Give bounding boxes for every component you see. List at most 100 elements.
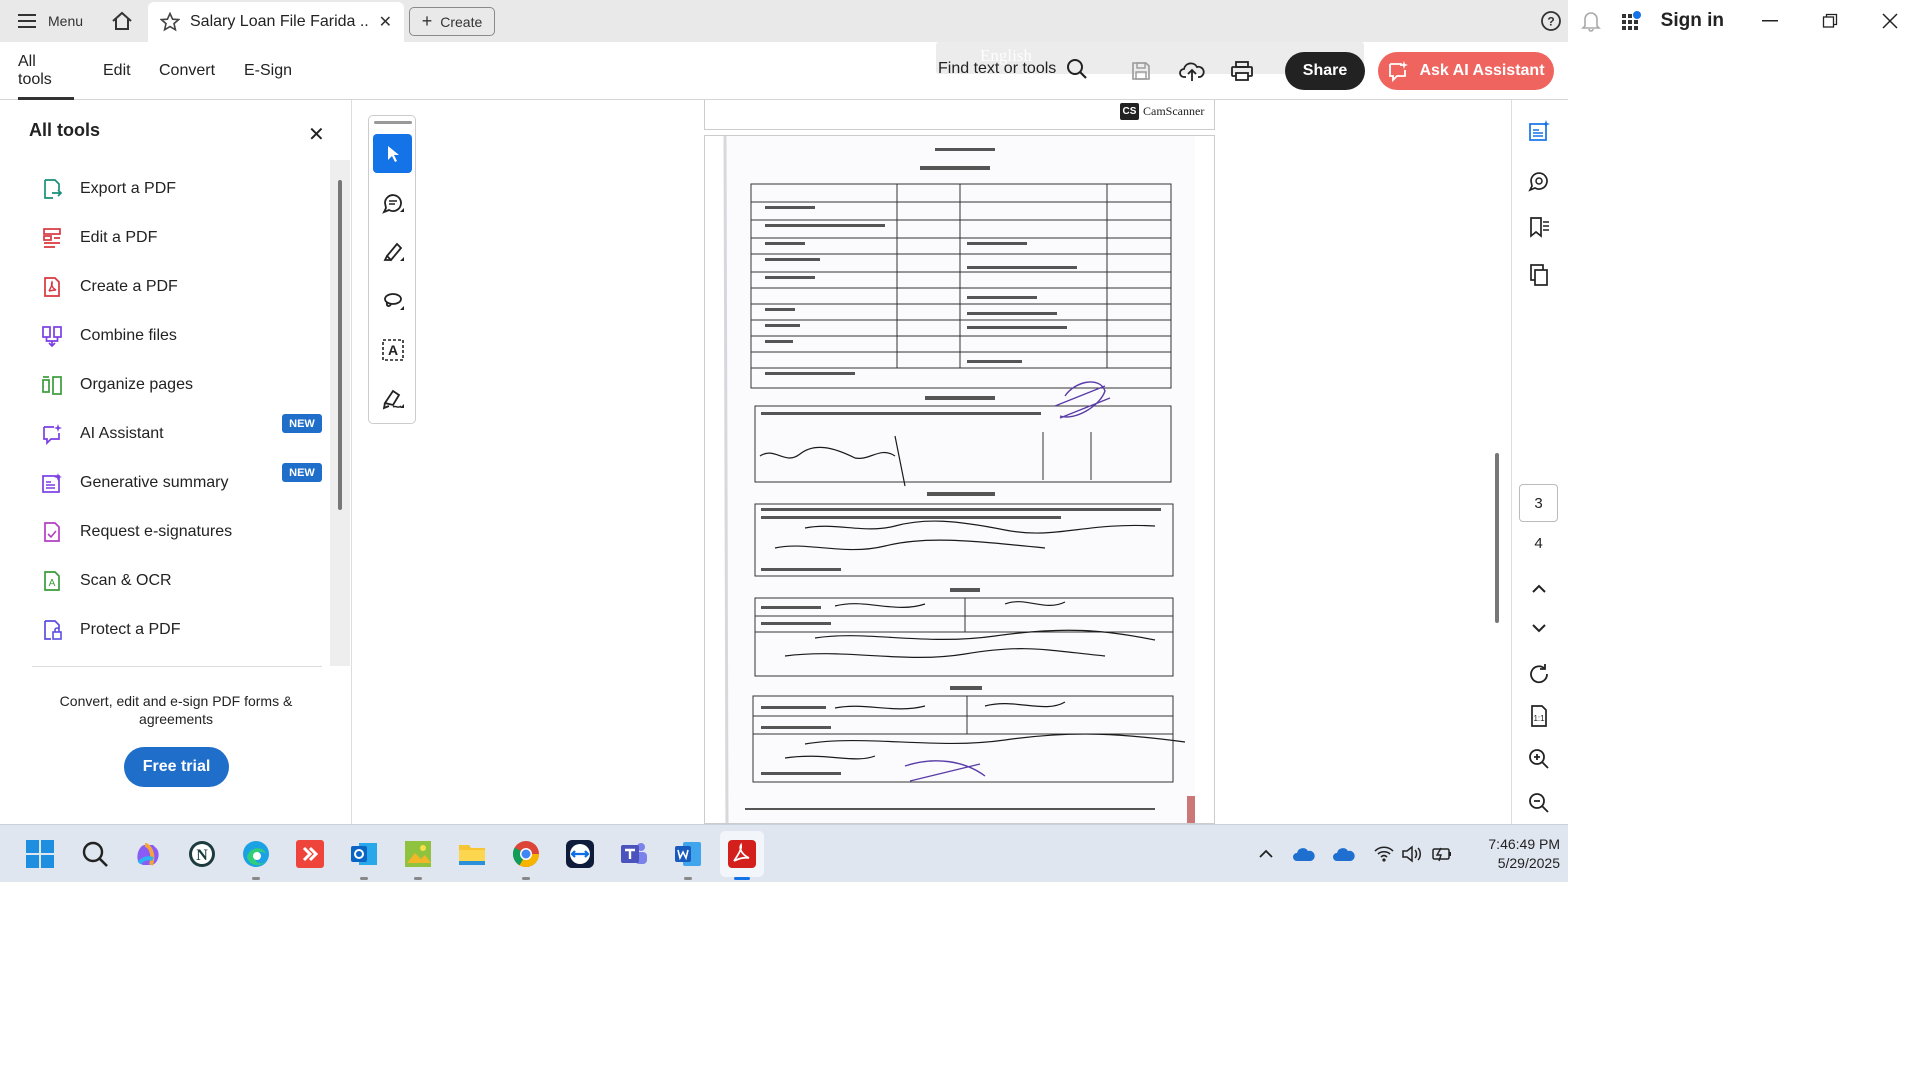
onedrive-cloud-icon[interactable] <box>1292 842 1316 866</box>
rotate-icon[interactable] <box>1524 659 1554 689</box>
tool-organize-pages[interactable]: Organize pages <box>40 370 325 400</box>
chevron-down-icon[interactable] <box>1524 613 1554 643</box>
tool-scan-ocr[interactable]: A Scan & OCR <box>40 566 325 596</box>
document-tab[interactable]: Salary Loan File Farida ... ✕ <box>148 2 404 42</box>
viewer-scrollbar-thumb[interactable] <box>1495 453 1499 623</box>
tool-protect-pdf[interactable]: Protect a PDF <box>40 615 325 645</box>
close-icon <box>1882 13 1898 29</box>
scanned-page-image <box>704 135 1215 824</box>
onedrive-cloud-icon[interactable] <box>1332 842 1356 866</box>
tool-create-pdf[interactable]: Create a PDF <box>40 272 325 302</box>
minimize-icon <box>1762 20 1778 22</box>
menu-button[interactable]: Menu <box>0 0 101 42</box>
apps-grid-icon[interactable] <box>1611 0 1651 42</box>
edge-browser-icon[interactable] <box>236 834 276 880</box>
tab-edit[interactable]: Edit <box>103 42 131 100</box>
volume-icon[interactable] <box>1400 842 1424 866</box>
share-button[interactable]: Share <box>1285 52 1365 90</box>
free-trial-button[interactable]: Free trial <box>124 747 229 787</box>
notion-like-app-icon[interactable]: N <box>182 834 222 874</box>
camscanner-label: CamScanner <box>1143 104 1205 118</box>
svg-text:?: ? <box>1547 15 1554 29</box>
file-explorer-icon[interactable] <box>452 834 492 874</box>
windows-taskbar: N 7:46:49 PM 5/29/2025 <box>0 824 1568 882</box>
clock-time: 7:46:49 PM <box>1488 836 1560 852</box>
close-tab-icon[interactable]: ✕ <box>379 12 392 32</box>
running-indicator <box>684 877 692 880</box>
running-indicator <box>252 877 260 880</box>
wifi-icon[interactable] <box>1372 842 1396 866</box>
current-page-indicator[interactable]: 3 <box>1519 484 1558 522</box>
restore-button[interactable] <box>1800 0 1860 42</box>
sign-in-button[interactable]: Sign in <box>1651 10 1740 32</box>
create-pdf-icon <box>40 275 64 299</box>
image-viewer-icon[interactable] <box>398 834 438 880</box>
text-tool-button[interactable]: A <box>373 330 412 369</box>
scan-ocr-icon: A <box>40 569 64 593</box>
zoom-in-icon[interactable] <box>1524 744 1554 774</box>
svg-text:1:1: 1:1 <box>1533 714 1545 723</box>
page-thumbnails-icon[interactable] <box>1524 260 1554 290</box>
word-icon[interactable] <box>668 834 708 880</box>
home-button[interactable] <box>101 0 143 42</box>
teams-icon[interactable] <box>614 834 654 874</box>
chrome-browser-icon[interactable] <box>506 834 546 880</box>
scanned-form-image <box>723 136 1195 823</box>
print-icon[interactable] <box>1227 56 1257 86</box>
tool-label: Request e-signatures <box>80 523 233 540</box>
zoom-out-icon[interactable] <box>1524 788 1554 818</box>
anydesk-icon[interactable] <box>290 834 330 874</box>
help-icon[interactable]: ? <box>1531 0 1571 42</box>
panel-scrollbar-thumb[interactable] <box>338 180 342 510</box>
ask-ai-label: Ask AI Assistant <box>1419 62 1545 79</box>
tool-combine-files[interactable]: Combine files <box>40 321 325 351</box>
summary-panel-icon[interactable] <box>1524 116 1554 146</box>
next-page-number[interactable]: 4 <box>1519 535 1558 552</box>
system-clock[interactable]: 7:46:49 PM 5/29/2025 <box>1462 835 1560 873</box>
tool-edit-pdf[interactable]: Edit a PDF <box>40 223 325 253</box>
cloud-upload-icon[interactable] <box>1177 56 1207 86</box>
save-icon[interactable] <box>1126 56 1156 86</box>
ai-assistant-icon <box>40 422 64 446</box>
select-tool-button[interactable] <box>373 134 412 173</box>
close-window-button[interactable] <box>1860 0 1920 42</box>
find-tools-search[interactable]: Find text or tools <box>938 58 1088 80</box>
chevron-up-icon[interactable] <box>1524 574 1554 604</box>
show-hidden-icons-chevron-up-icon[interactable] <box>1254 842 1278 866</box>
new-badge: NEW <box>282 414 322 433</box>
outlook-icon[interactable] <box>344 834 384 880</box>
copilot-icon[interactable] <box>128 834 168 874</box>
ask-ai-assistant-button[interactable]: Ask AI Assistant <box>1378 52 1554 90</box>
tab-convert[interactable]: Convert <box>159 42 215 100</box>
tab-all-tools[interactable]: All tools <box>18 42 74 100</box>
notification-bell-icon[interactable] <box>1571 0 1611 42</box>
minimize-button[interactable] <box>1740 0 1800 42</box>
tool-export-pdf[interactable]: Export a PDF <box>40 174 325 204</box>
tab-title: Salary Loan File Farida ... <box>190 13 369 30</box>
sign-tool-button[interactable] <box>373 379 412 418</box>
tool-label: Protect a PDF <box>80 621 181 638</box>
windows-start-icon[interactable] <box>20 834 60 874</box>
create-button[interactable]: + Create <box>409 7 495 36</box>
star-icon[interactable] <box>160 12 180 32</box>
comments-panel-icon[interactable] <box>1524 166 1554 196</box>
bookmarks-panel-icon[interactable] <box>1524 212 1554 242</box>
highlight-tool-button[interactable] <box>373 232 412 271</box>
teamviewer-icon[interactable] <box>560 834 600 874</box>
divider <box>32 666 322 667</box>
camscanner-watermark: CS CamScanner <box>1120 103 1204 120</box>
text-box-icon: A <box>381 338 404 361</box>
actual-size-icon[interactable]: 1:1 <box>1524 701 1554 731</box>
close-panel-icon[interactable]: ✕ <box>308 122 325 147</box>
tool-request-esignatures[interactable]: Request e-signatures <box>40 517 325 547</box>
drag-handle[interactable] <box>374 121 412 124</box>
search-taskbar-icon[interactable] <box>75 834 115 874</box>
acrobat-icon[interactable] <box>722 834 762 880</box>
comment-tool-button[interactable] <box>373 183 412 222</box>
tool-label: Organize pages <box>80 376 193 393</box>
tab-esign[interactable]: E-Sign <box>244 42 292 100</box>
main-toolbar: All tools Edit Convert E-Sign English Fi… <box>0 42 1568 100</box>
draw-tool-button[interactable] <box>373 281 412 320</box>
svg-text:N: N <box>196 847 208 864</box>
battery-charging-icon[interactable] <box>1430 842 1454 866</box>
